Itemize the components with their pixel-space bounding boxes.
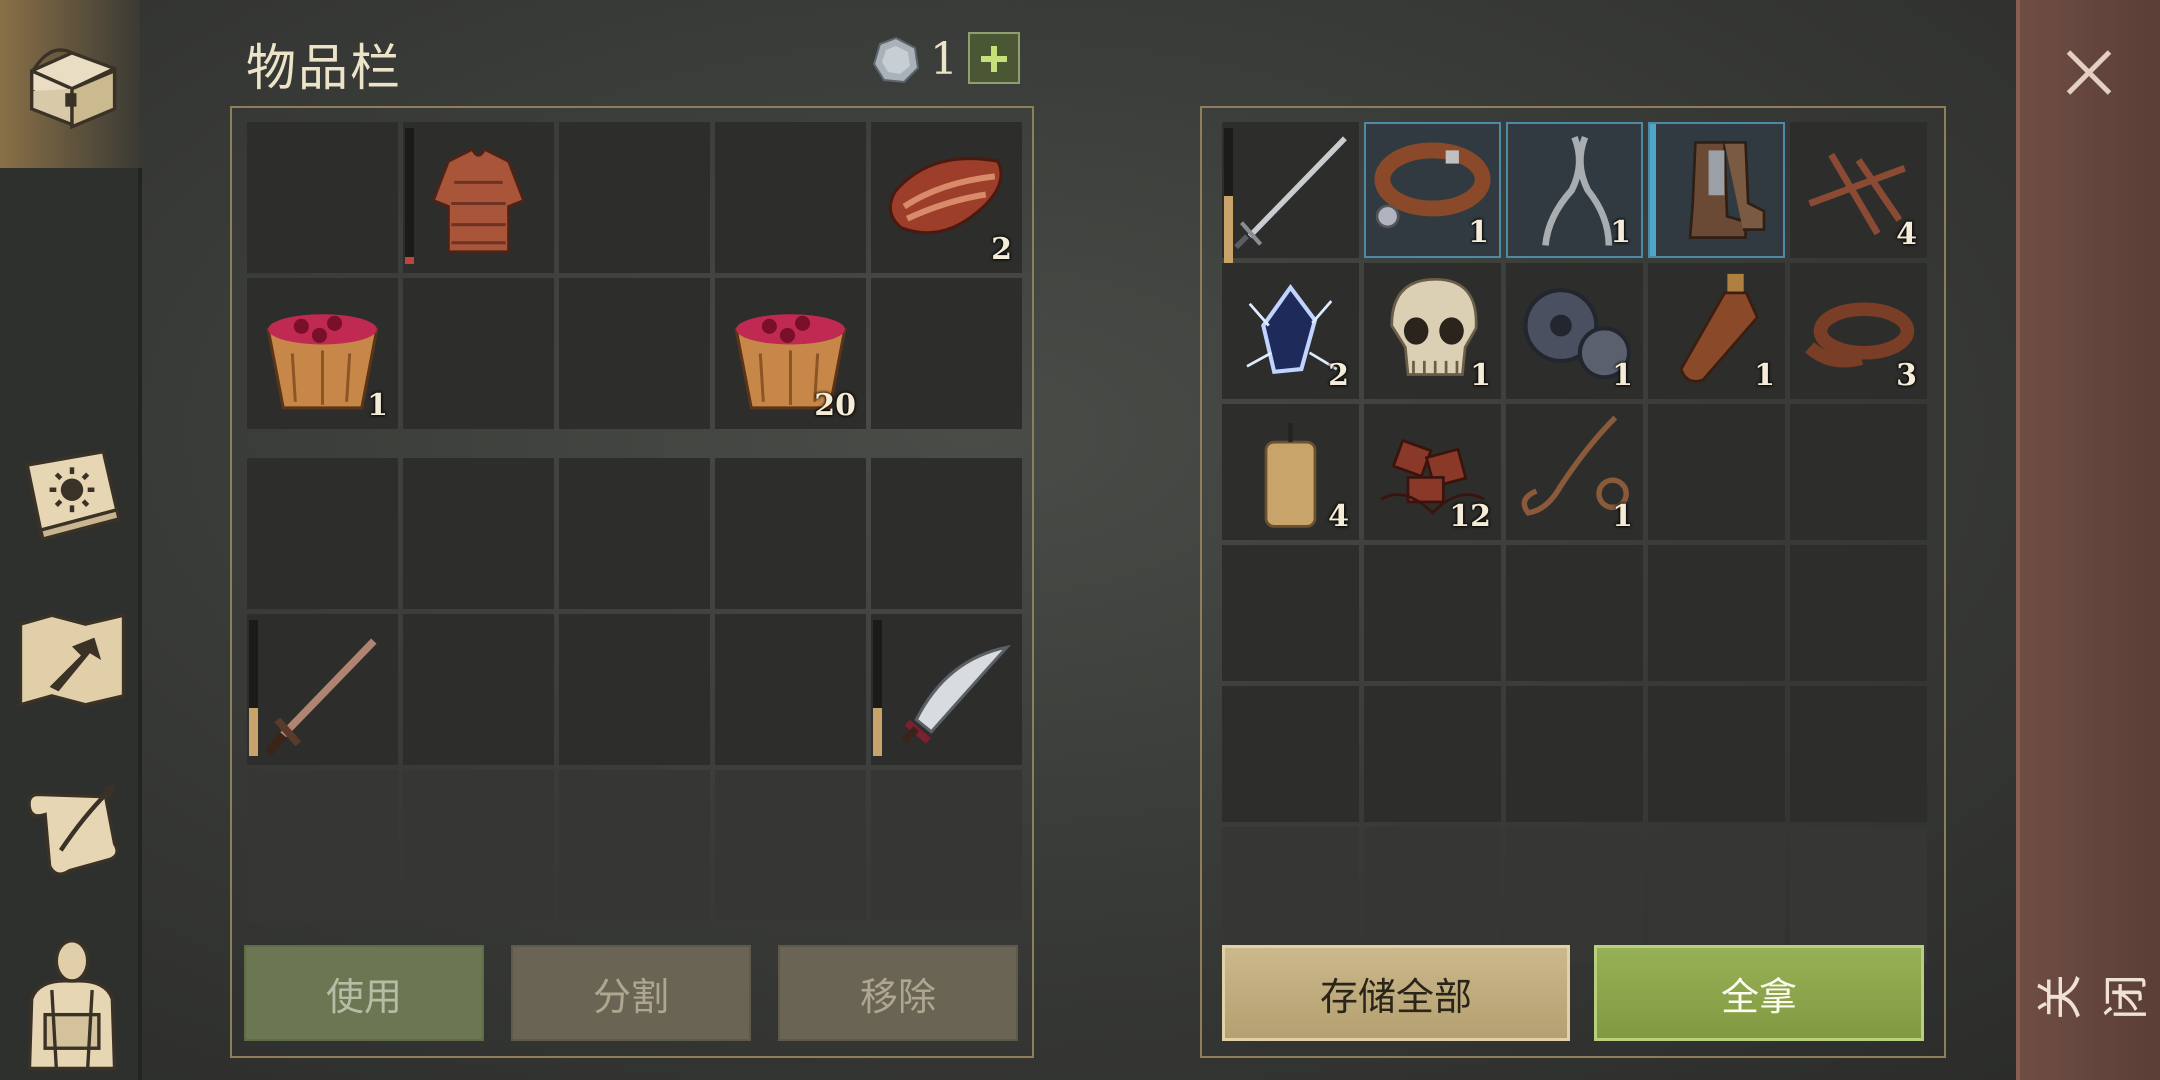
item-slot[interactable]: 20 bbox=[715, 278, 866, 429]
empty-slot[interactable] bbox=[1222, 827, 1359, 963]
empty-slot[interactable] bbox=[1790, 827, 1927, 963]
empty-slot[interactable] bbox=[247, 122, 398, 273]
empty-slot[interactable] bbox=[1506, 827, 1643, 963]
item-count: 1 bbox=[1612, 499, 1633, 534]
item-slot[interactable]: 1 bbox=[247, 278, 398, 429]
empty-slot[interactable] bbox=[559, 770, 710, 921]
empty-slot[interactable] bbox=[247, 770, 398, 921]
item-slot[interactable]: 4 bbox=[1790, 122, 1927, 258]
empty-slot[interactable] bbox=[1364, 827, 1501, 963]
empty-slot[interactable] bbox=[1790, 404, 1927, 540]
empty-slot[interactable] bbox=[559, 458, 710, 609]
empty-slot[interactable] bbox=[871, 278, 1022, 429]
silver-coin-icon bbox=[872, 36, 920, 84]
item-slot[interactable]: 1 bbox=[1506, 404, 1643, 540]
coin-count: 1 bbox=[930, 34, 958, 85]
item-slot[interactable] bbox=[247, 614, 398, 765]
empty-slot[interactable] bbox=[1790, 545, 1927, 681]
chest-icon[interactable] bbox=[16, 26, 128, 138]
boots-icon bbox=[1688, 141, 1766, 239]
item-count: 1 bbox=[1610, 215, 1631, 250]
empty-slot[interactable] bbox=[1506, 686, 1643, 822]
inventory-bottom-grid bbox=[247, 458, 1022, 921]
empty-slot[interactable] bbox=[715, 770, 866, 921]
sun-book-icon[interactable] bbox=[16, 436, 128, 548]
item-count: 12 bbox=[1449, 499, 1491, 534]
sidebar-divider bbox=[138, 168, 142, 1080]
item-count: 1 bbox=[1612, 358, 1633, 393]
empty-slot[interactable] bbox=[559, 122, 710, 273]
item-slot[interactable]: 1 bbox=[1506, 122, 1643, 258]
empty-slot[interactable] bbox=[1364, 545, 1501, 681]
item-slot[interactable] bbox=[1222, 122, 1359, 264]
scroll-icon[interactable] bbox=[16, 772, 128, 884]
close-panel[interactable] bbox=[2016, 0, 2160, 1080]
empty-slot[interactable] bbox=[1790, 686, 1927, 822]
item-count: 4 bbox=[1328, 499, 1349, 534]
item-count: 1 bbox=[1754, 358, 1775, 393]
empty-slot[interactable] bbox=[1222, 686, 1359, 822]
item-count: 3 bbox=[1896, 358, 1917, 393]
empty-slot[interactable] bbox=[1648, 545, 1785, 681]
item-slot[interactable]: 1 bbox=[1364, 122, 1501, 258]
item-slot[interactable]: 2 bbox=[871, 122, 1022, 273]
inventory-top-grid: 2 1 20 bbox=[247, 122, 1022, 429]
sword-icon bbox=[264, 638, 377, 756]
item-count: 2 bbox=[991, 232, 1012, 267]
item-slot[interactable] bbox=[871, 614, 1022, 765]
split-button[interactable]: 分割 bbox=[511, 945, 751, 1041]
inventory-title: 物品栏 bbox=[246, 39, 402, 97]
character-icon[interactable] bbox=[16, 934, 128, 1074]
empty-slot[interactable] bbox=[403, 614, 554, 765]
item-slot[interactable]: 12 bbox=[1364, 404, 1501, 540]
empty-slot[interactable] bbox=[715, 122, 866, 273]
crafting-map-icon[interactable] bbox=[16, 604, 128, 716]
storage-grid: 1 1 4 2 1 1 1 3 4 12 1 bbox=[1222, 122, 1927, 963]
store-all-button[interactable]: 存储全部 bbox=[1222, 945, 1570, 1041]
item-count: 4 bbox=[1896, 217, 1917, 252]
empty-slot[interactable] bbox=[559, 278, 710, 429]
empty-slot[interactable] bbox=[715, 614, 866, 765]
empty-slot[interactable] bbox=[1364, 686, 1501, 822]
item-count: 2 bbox=[1328, 358, 1349, 393]
longsword-icon bbox=[1234, 136, 1347, 250]
chainmail-shirt-icon bbox=[431, 147, 526, 254]
item-count: 20 bbox=[814, 388, 856, 423]
empty-slot[interactable] bbox=[403, 458, 554, 609]
item-slot[interactable]: 4 bbox=[1222, 404, 1359, 540]
empty-slot[interactable] bbox=[1222, 545, 1359, 681]
item-count: 1 bbox=[1470, 358, 1491, 393]
item-slot[interactable]: 1 bbox=[1364, 263, 1501, 399]
scimitar-icon bbox=[901, 644, 1012, 744]
item-count: 1 bbox=[367, 388, 388, 423]
item-count: 1 bbox=[1468, 215, 1489, 250]
empty-slot[interactable] bbox=[247, 458, 398, 609]
close-label[interactable]: 关闭 bbox=[2020, 960, 2160, 1020]
empty-slot[interactable] bbox=[715, 458, 866, 609]
empty-slot[interactable] bbox=[1506, 545, 1643, 681]
add-coins-button[interactable] bbox=[968, 32, 1020, 84]
empty-slot[interactable] bbox=[1648, 827, 1785, 963]
empty-slot[interactable] bbox=[1648, 686, 1785, 822]
use-button[interactable]: 使用 bbox=[244, 945, 484, 1041]
item-slot[interactable]: 3 bbox=[1790, 263, 1927, 399]
item-slot[interactable]: 1 bbox=[1648, 263, 1785, 399]
empty-slot[interactable] bbox=[871, 458, 1022, 609]
empty-slot[interactable] bbox=[559, 614, 710, 765]
item-slot[interactable] bbox=[1648, 122, 1785, 258]
empty-slot[interactable] bbox=[403, 770, 554, 921]
take-all-button[interactable]: 全拿 bbox=[1594, 945, 1924, 1041]
remove-button[interactable]: 移除 bbox=[778, 945, 1018, 1041]
empty-slot[interactable] bbox=[403, 278, 554, 429]
item-slot[interactable]: 1 bbox=[1506, 263, 1643, 399]
item-slot[interactable] bbox=[403, 122, 554, 273]
empty-slot[interactable] bbox=[1648, 404, 1785, 540]
close-icon[interactable] bbox=[2064, 48, 2114, 98]
item-slot[interactable]: 2 bbox=[1222, 263, 1359, 399]
empty-slot[interactable] bbox=[871, 770, 1022, 921]
